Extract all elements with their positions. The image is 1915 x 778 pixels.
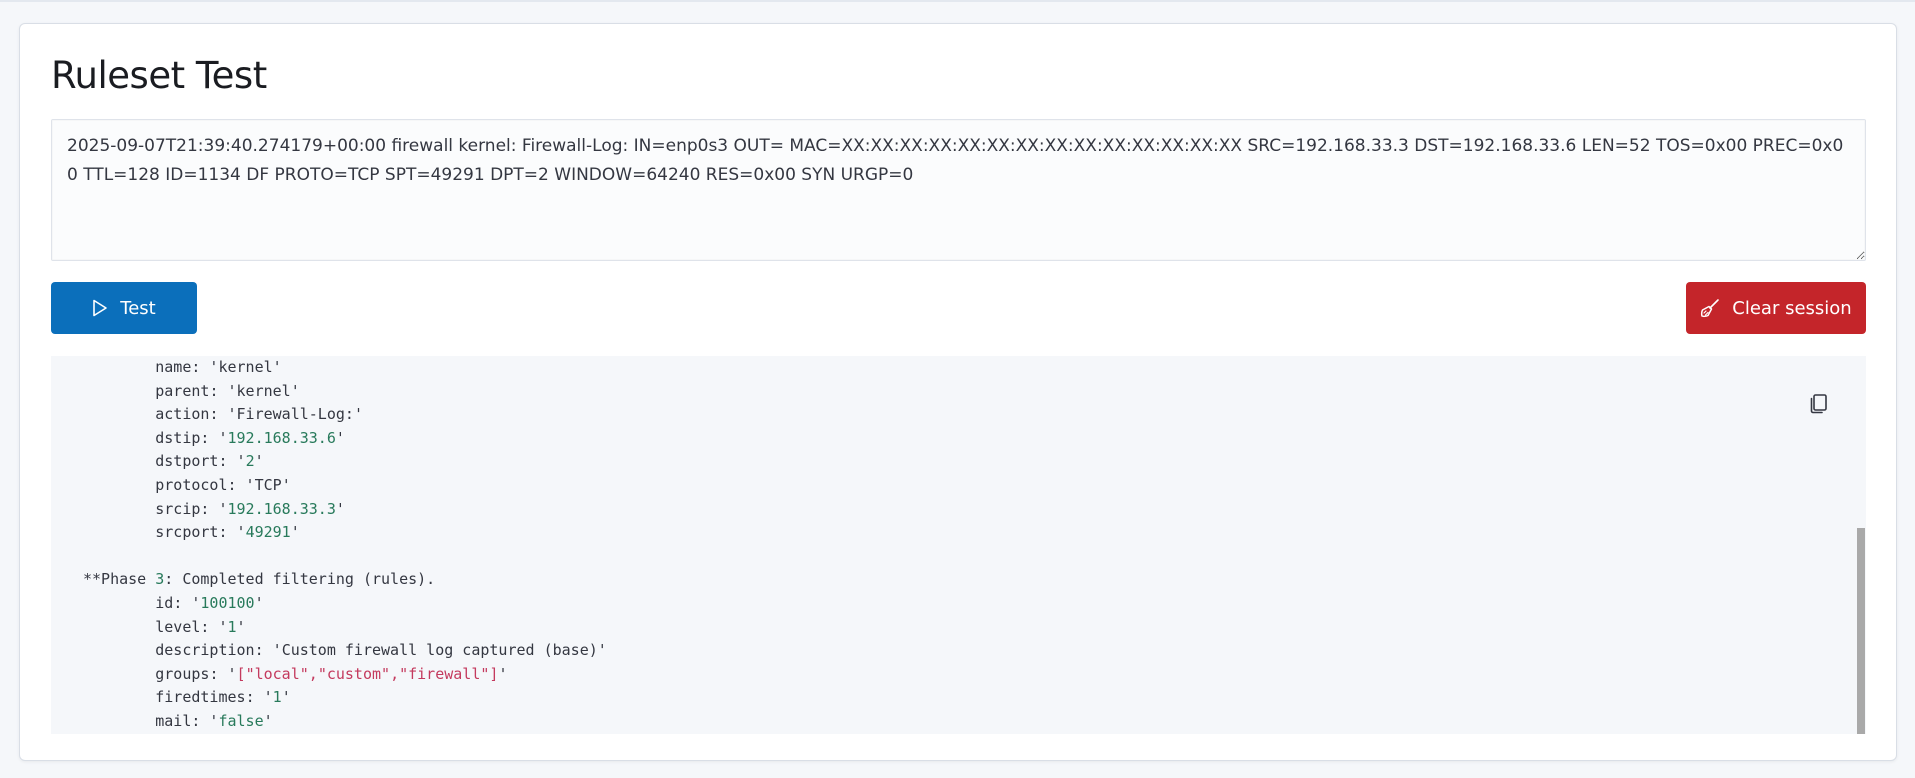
output-phase-line: **Phase 3: Completed filtering (rules). bbox=[83, 570, 435, 588]
output-scrollbar-thumb[interactable] bbox=[1857, 528, 1865, 734]
broom-icon bbox=[1700, 298, 1720, 318]
play-icon bbox=[92, 299, 108, 317]
output-line: action: 'Firewall-Log:' bbox=[155, 405, 363, 424]
output-line: dstip: '192.168.33.6' bbox=[155, 428, 345, 447]
ruleset-test-panel: Ruleset Test 2025-09-07T21:39:40.274179+… bbox=[19, 23, 1897, 761]
output-key: description bbox=[155, 641, 255, 660]
output-key: protocol bbox=[155, 475, 228, 494]
output-value: ["local","custom","firewall"] bbox=[236, 664, 499, 683]
output-value: Firewall-Log: bbox=[236, 405, 354, 424]
page-title: Ruleset Test bbox=[51, 54, 267, 97]
output-key: dstip bbox=[155, 428, 201, 447]
output-key: parent bbox=[155, 381, 210, 400]
output-key: srcport bbox=[155, 523, 219, 542]
output-line: name: 'kernel' bbox=[155, 358, 282, 376]
copy-icon[interactable] bbox=[1807, 391, 1831, 415]
output-scrollbar[interactable] bbox=[1857, 356, 1866, 734]
page-top-border bbox=[0, 0, 1915, 2]
output-key: action bbox=[155, 405, 210, 424]
output-code: name: 'kernel' parent: 'kernel' action: … bbox=[51, 356, 1866, 734]
phase-prefix: **Phase bbox=[83, 570, 156, 589]
output-key: srcip bbox=[155, 499, 201, 518]
output-value: 49291 bbox=[245, 523, 291, 542]
output-value: kernel bbox=[218, 358, 273, 376]
output-key: firedtimes bbox=[155, 688, 246, 707]
log-input[interactable]: 2025-09-07T21:39:40.274179+00:00 firewal… bbox=[51, 119, 1866, 261]
output-line: srcip: '192.168.33.3' bbox=[155, 499, 345, 518]
output-value: 192.168.33.3 bbox=[227, 499, 336, 518]
clear-session-button[interactable]: Clear session bbox=[1686, 282, 1866, 334]
output-line: protocol: 'TCP' bbox=[155, 475, 291, 494]
output-value: Custom firewall log captured (base) bbox=[281, 641, 598, 660]
output-line: id: '100100' bbox=[155, 593, 264, 612]
output-line: dstport: '2' bbox=[155, 452, 264, 471]
output-value: 192.168.33.6 bbox=[227, 428, 336, 447]
test-button[interactable]: Test bbox=[51, 282, 197, 334]
output-key: dstport bbox=[155, 452, 219, 471]
test-button-label: Test bbox=[120, 297, 156, 319]
output-key: groups bbox=[155, 664, 210, 683]
output-key: name bbox=[155, 358, 192, 376]
phase-text: : Completed filtering (rules). bbox=[164, 570, 436, 589]
output-key: level bbox=[155, 617, 201, 636]
output-value: 100100 bbox=[200, 593, 255, 612]
output-key: mail bbox=[155, 711, 192, 730]
phase-number: 3 bbox=[155, 570, 165, 589]
test-output[interactable]: name: 'kernel' parent: 'kernel' action: … bbox=[51, 356, 1866, 734]
output-line: description: 'Custom firewall log captur… bbox=[155, 641, 607, 660]
output-line: groups: '["local","custom","firewall"]' bbox=[155, 664, 508, 683]
output-value: 1 bbox=[272, 688, 282, 707]
output-line: srcport: '49291' bbox=[155, 523, 300, 542]
output-line: parent: 'kernel' bbox=[155, 381, 300, 400]
output-line: firedtimes: '1' bbox=[155, 688, 291, 707]
output-key: id bbox=[155, 593, 174, 612]
output-line: mail: 'false' bbox=[155, 711, 273, 730]
output-value: 1 bbox=[227, 617, 237, 636]
output-value: kernel bbox=[236, 381, 291, 400]
output-line: level: '1' bbox=[155, 617, 246, 636]
output-value: TCP bbox=[254, 475, 282, 494]
output-value: false bbox=[218, 711, 264, 730]
clear-session-label: Clear session bbox=[1732, 297, 1852, 319]
output-value: 2 bbox=[245, 452, 255, 471]
